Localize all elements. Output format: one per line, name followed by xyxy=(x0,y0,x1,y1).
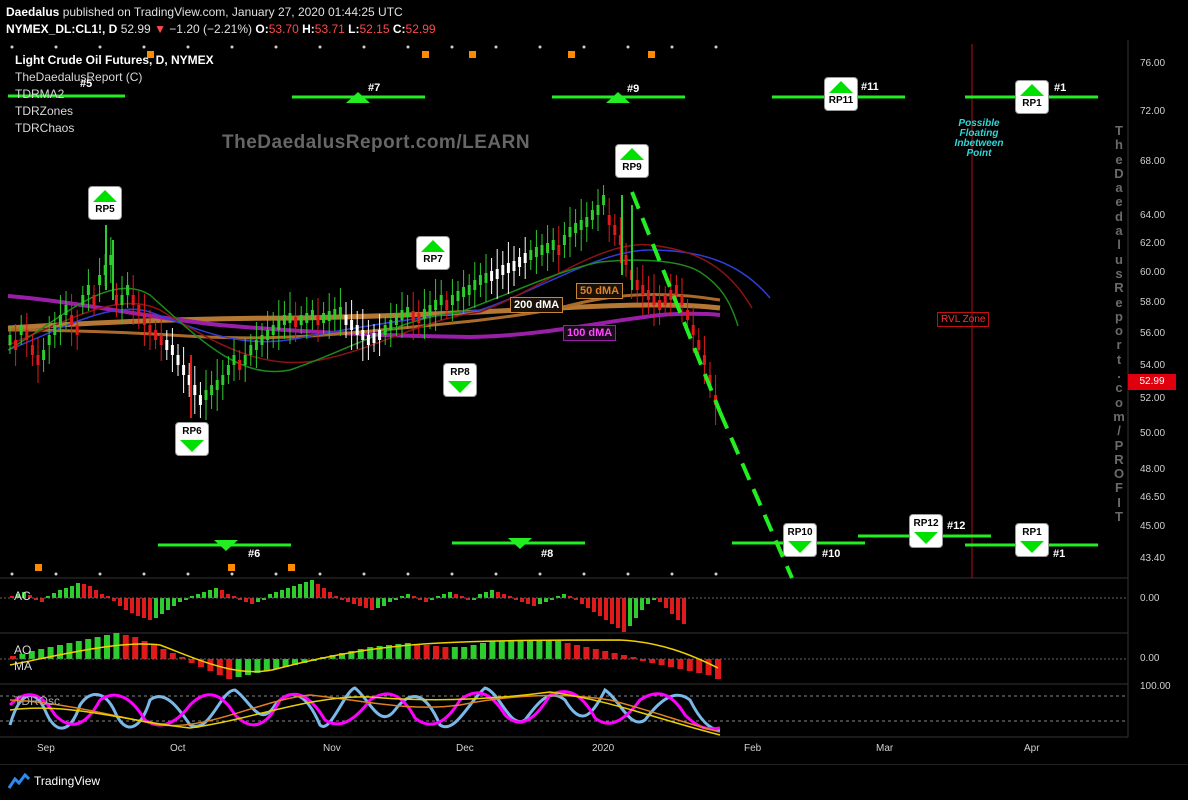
ao-zero-value: 0.00 xyxy=(1140,653,1160,664)
zone-number-label: #11 xyxy=(861,81,879,93)
rp-label: RP12 xyxy=(913,518,939,529)
zone-number-label: #10 xyxy=(822,548,841,560)
rp-label: RP7 xyxy=(423,254,443,265)
floating-point-note: Possible Floating Inbetween Point xyxy=(944,119,1014,159)
tdr-osc-label[interactable]: TDROsc xyxy=(14,694,60,708)
price-axis-label[interactable]: 62.00 xyxy=(1140,238,1165,249)
watermark-vertical: Th e Da e d a l u s Re p o r t. c o m / P R O F I T xyxy=(1113,123,1125,525)
tradingview-brand[interactable]: TradingView xyxy=(34,774,100,788)
note-line: Point xyxy=(966,148,992,159)
ac-histogram xyxy=(10,580,686,632)
rp-marker-rp6[interactable]: RP6 xyxy=(175,422,209,456)
rp-marker-rp9[interactable]: RP9 xyxy=(615,144,649,178)
rp-label: RP1 xyxy=(1022,98,1042,109)
time-axis-label[interactable]: Nov xyxy=(323,743,341,754)
ma50-label: 50 dMA xyxy=(576,283,624,299)
rp-marker-rp1b[interactable]: RP1 xyxy=(1015,523,1049,557)
ma100-label: 100 dMA xyxy=(563,325,617,341)
zone-number-label: #6 xyxy=(248,548,261,560)
price-axis-label[interactable]: 54.00 xyxy=(1140,360,1165,371)
instrument-title: Light Crude Oil Futures, D, NYMEX xyxy=(15,53,214,67)
price-axis-label[interactable]: 45.00 xyxy=(1140,521,1165,532)
tdr-top-value: 100.00 xyxy=(1140,681,1171,692)
price-axis-label[interactable]: 64.00 xyxy=(1140,210,1165,221)
rvl-zone-label: RVL Zone xyxy=(937,312,990,327)
price-axis-label[interactable]: 60.00 xyxy=(1140,267,1165,278)
projection-line-down xyxy=(630,191,722,413)
rp-label: RP8 xyxy=(450,367,470,378)
price-axis-label[interactable]: 50.00 xyxy=(1140,428,1165,439)
rp-label: RP1 xyxy=(1022,527,1042,538)
ao-label[interactable]: AO xyxy=(14,643,31,657)
price-axis-label[interactable]: 68.00 xyxy=(1140,156,1165,167)
rp-marker-rp8[interactable]: RP8 xyxy=(443,363,477,397)
rp-label: RP10 xyxy=(787,527,813,538)
indicator-label[interactable]: TDRMA2 xyxy=(15,87,64,101)
price-axis-label[interactable]: 58.00 xyxy=(1140,297,1165,308)
time-axis-label[interactable]: Sep xyxy=(37,743,55,754)
price-axis-label[interactable]: 46.50 xyxy=(1140,492,1165,503)
time-axis-label[interactable]: Feb xyxy=(744,743,761,754)
zone-number-label: #5 xyxy=(80,78,93,90)
zone-number-label: #9 xyxy=(627,83,640,95)
price-axis-label[interactable]: 52.00 xyxy=(1140,393,1165,404)
ma-label[interactable]: MA xyxy=(14,659,32,673)
zone-number-label: #7 xyxy=(368,82,381,94)
rp-marker-rp12[interactable]: RP12 xyxy=(909,514,943,548)
rp-marker-rp7[interactable]: RP7 xyxy=(416,236,450,270)
rp-label: RP5 xyxy=(95,204,115,215)
zone-number-label: #1 xyxy=(1053,548,1066,560)
zone-number-label: #12 xyxy=(947,520,966,532)
zone-number-label: #1 xyxy=(1054,82,1067,94)
rp-label: RP9 xyxy=(622,162,642,173)
time-axis-label[interactable]: Oct xyxy=(170,743,186,754)
price-axis-label[interactable]: 72.00 xyxy=(1140,106,1165,117)
rp-marker-rp11[interactable]: RP11 xyxy=(824,77,858,111)
ma200-label: 200 dMA xyxy=(510,297,564,313)
projection-line-down-2 xyxy=(718,411,794,579)
zone-number-label: #8 xyxy=(541,548,554,560)
price-axis-label[interactable]: 43.40 xyxy=(1140,553,1165,564)
time-axis-label[interactable]: Apr xyxy=(1024,743,1040,754)
time-axis-label[interactable]: Mar xyxy=(876,743,893,754)
footer-bar: TradingView xyxy=(0,764,1188,800)
indicator-label[interactable]: TDRZones xyxy=(15,104,73,118)
price-axis-label[interactable]: 76.00 xyxy=(1140,58,1165,69)
price-axis-label[interactable]: 48.00 xyxy=(1140,464,1165,475)
ac-zero-value: 0.00 xyxy=(1140,593,1160,604)
rp-label: RP6 xyxy=(182,426,202,437)
price-axis-label[interactable]: 56.00 xyxy=(1140,328,1165,339)
watermark-learn: TheDaedalusReport.com/LEARN xyxy=(222,132,531,153)
time-axis-label[interactable]: 2020 xyxy=(592,743,614,754)
current-price-tag: 52.99 xyxy=(1128,374,1176,390)
rp-marker-rp10[interactable]: RP10 xyxy=(783,523,817,557)
ac-label[interactable]: AC xyxy=(14,589,31,603)
indicator-label[interactable]: TDRChaos xyxy=(15,121,74,135)
rp-label: RP11 xyxy=(828,95,854,106)
tradingview-logo-icon[interactable] xyxy=(8,773,30,789)
indicator-label[interactable]: TheDaedalusReport (C) xyxy=(15,70,142,84)
time-axis-label[interactable]: Dec xyxy=(456,743,474,754)
rp-marker-rp1a[interactable]: RP1 xyxy=(1015,80,1049,114)
rp-marker-rp5[interactable]: RP5 xyxy=(88,186,122,220)
